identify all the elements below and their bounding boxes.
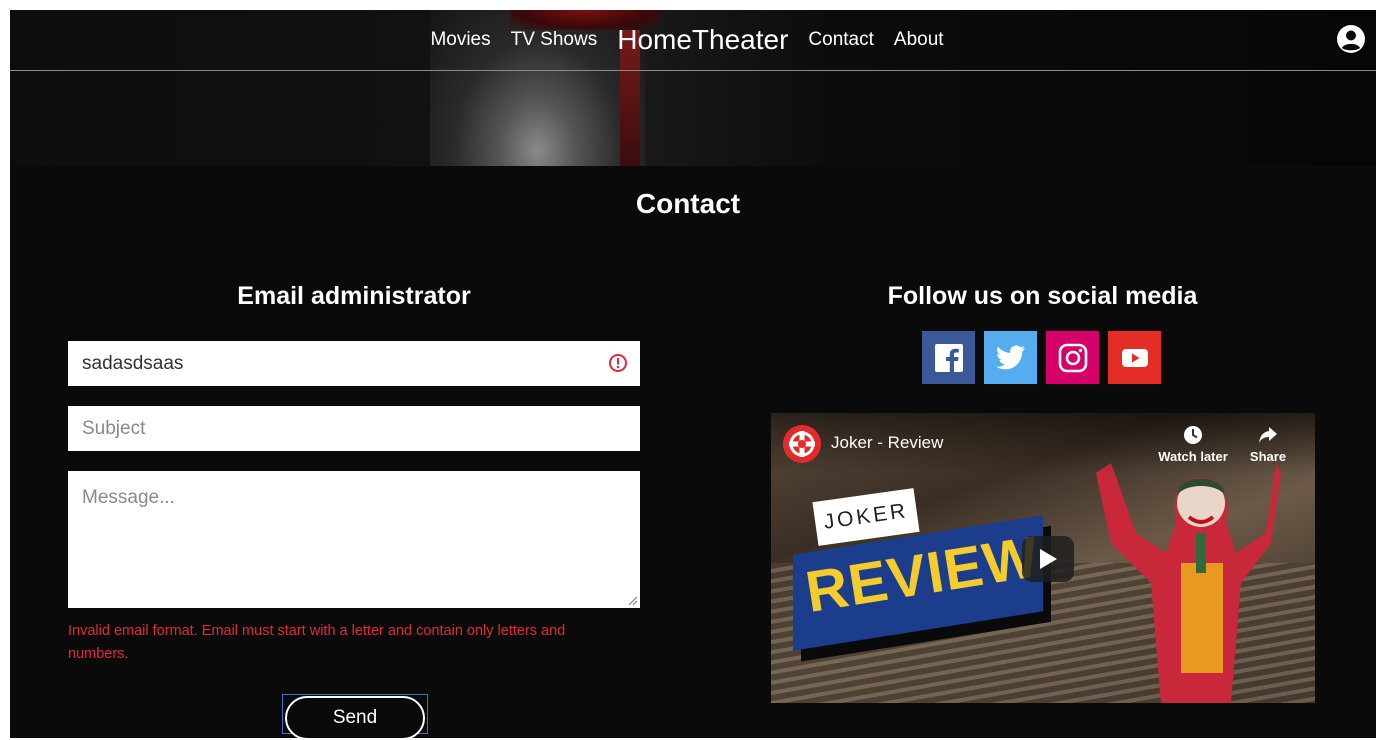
brand-logo[interactable]: HomeTheater [617,24,788,56]
play-icon [1040,549,1057,569]
youtube-icon [1121,348,1148,367]
watch-later-button[interactable]: Watch later [1157,425,1229,464]
social-heading: Follow us on social media [887,282,1198,310]
email-error-message: Invalid email format. Email must start w… [68,623,566,662]
video-player[interactable]: Joker - Review Watch later Share JOKER R… [771,413,1315,703]
video-title[interactable]: Joker - Review [831,433,943,453]
email-value: sadasdsaas [82,352,184,374]
message-placeholder: Message... [82,487,175,508]
navbar: Movies TV Shows HomeTheater Contact Abou… [10,10,1376,71]
nav-link-tv-shows[interactable]: TV Shows [511,29,598,51]
share-label: Share [1249,449,1287,464]
send-button[interactable]: Send [285,696,425,740]
video-thumbnail-figure [1096,463,1281,703]
twitter-icon [995,345,1025,369]
nav-link-contact[interactable]: Contact [808,29,873,51]
nav-links: Movies TV Shows HomeTheater Contact Abou… [430,24,943,56]
subject-placeholder: Subject [82,417,146,439]
clock-icon [1184,426,1202,444]
instagram-button[interactable] [1046,331,1099,384]
resize-grip-icon[interactable] [628,596,638,606]
form-heading: Email administrator [237,282,471,310]
play-button[interactable] [1022,536,1074,582]
facebook-button[interactable] [922,331,975,384]
facebook-icon [934,343,963,372]
share-icon [1259,427,1277,443]
send-button-focus-ring: Send [282,694,428,740]
email-field[interactable]: sadasdsaas [68,341,640,386]
watch-later-label: Watch later [1158,449,1228,464]
nav-link-about[interactable]: About [894,29,944,51]
instagram-icon [1058,343,1087,372]
twitter-button[interactable] [984,331,1037,384]
channel-logo-icon[interactable] [783,425,821,463]
youtube-button[interactable] [1108,331,1161,384]
nav-link-movies[interactable]: Movies [430,29,490,51]
page-title: Contact [635,188,741,219]
subject-field[interactable]: Subject [68,406,640,451]
user-account-icon[interactable] [1336,24,1366,54]
social-links [922,331,1161,384]
share-button[interactable]: Share [1243,425,1293,464]
error-icon [609,354,627,372]
message-field[interactable]: Message... [68,471,640,608]
